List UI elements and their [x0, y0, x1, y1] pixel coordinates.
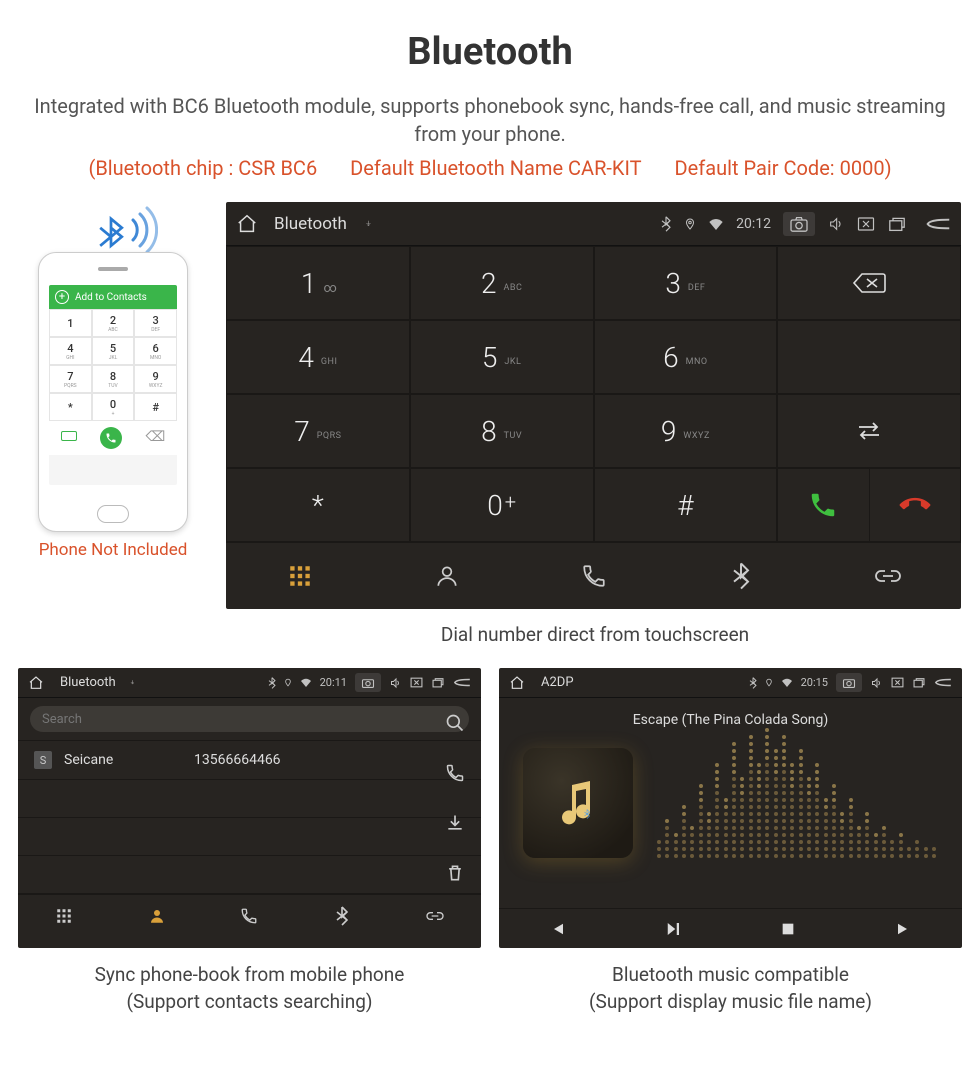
recents-icon[interactable] — [887, 216, 907, 232]
dial-key-2[interactable]: 2ABC — [410, 246, 594, 320]
tab-dialpad[interactable] — [18, 895, 111, 937]
tab-pair[interactable] — [814, 543, 961, 609]
bluetooth-icon — [660, 216, 672, 232]
volume-icon[interactable] — [389, 677, 402, 689]
clock-text: 20:12 — [736, 216, 771, 232]
tab-bluetooth[interactable] — [667, 543, 814, 609]
location-icon — [765, 677, 773, 688]
location-icon — [284, 677, 292, 688]
home-icon[interactable] — [236, 213, 258, 235]
call-controls — [777, 468, 961, 542]
backspace-icon: ⌫ — [145, 429, 165, 449]
usb-icon: ⍖ — [365, 216, 372, 231]
dial-key-4[interactable]: 4GHI — [226, 320, 410, 394]
back-icon[interactable] — [925, 216, 951, 232]
tab-bluetooth[interactable] — [296, 895, 389, 937]
close-app-icon[interactable] — [857, 216, 875, 232]
dial-key-8[interactable]: 8TUV — [410, 394, 594, 468]
download-icon[interactable] — [445, 798, 465, 848]
tab-pair[interactable] — [388, 895, 481, 937]
phone-mockup: + Add to Contacts 12ABC3DEF4GHI5JKL6MNO7… — [38, 252, 188, 532]
app-title: Bluetooth — [60, 675, 116, 690]
dial-key-5[interactable]: 5JKL — [410, 320, 594, 394]
next-track-button[interactable] — [846, 909, 962, 949]
dial-key-3[interactable]: 3DEF — [594, 246, 778, 320]
contact-row — [18, 780, 481, 818]
volume-icon[interactable] — [827, 216, 845, 232]
back-icon[interactable] — [934, 677, 952, 688]
screenshot-icon[interactable] — [355, 673, 381, 692]
dial-key-#[interactable]: # — [594, 468, 778, 542]
dial-key-0[interactable]: 0+ — [410, 468, 594, 542]
usb-icon: ⍖ — [130, 678, 135, 688]
audio-visualizer — [657, 748, 938, 858]
delete-icon[interactable] — [445, 848, 465, 898]
bluetooth-icon — [268, 677, 276, 689]
dial-key-6[interactable]: 6MNO — [594, 320, 778, 394]
a2dp-caption: Bluetooth music compatible(Support displ… — [499, 962, 962, 1015]
tab-contacts[interactable] — [373, 543, 520, 609]
tab-call-log[interactable] — [203, 895, 296, 937]
recents-icon[interactable] — [431, 677, 445, 688]
dial-key-9[interactable]: 9WXYZ — [594, 394, 778, 468]
wifi-icon — [781, 678, 793, 687]
dial-key-*[interactable]: * — [226, 468, 410, 542]
wifi-icon — [708, 218, 724, 230]
home-icon[interactable] — [28, 675, 44, 691]
bluetooth-icon — [749, 677, 757, 689]
volume-icon[interactable] — [870, 677, 883, 689]
close-app-icon[interactable] — [410, 677, 423, 688]
dial-key-7[interactable]: 7PQRS — [226, 394, 410, 468]
contact-row — [18, 856, 481, 894]
phone-disclaimer: Phone Not Included — [18, 540, 208, 560]
location-icon — [684, 216, 696, 232]
close-app-icon[interactable] — [891, 677, 904, 688]
swap-key[interactable] — [777, 394, 961, 468]
headunit-a2dp: A2DP 20:15 Escape (The — [499, 668, 962, 948]
spec-line: (Bluetooth chip : CSR BC6 Default Blueto… — [18, 156, 962, 180]
stop-button[interactable] — [731, 909, 847, 949]
hangup-button[interactable] — [870, 469, 960, 541]
tab-call-log[interactable] — [520, 543, 667, 609]
back-icon[interactable] — [453, 677, 471, 688]
dialer-caption: Dial number direct from touchscreen — [228, 623, 962, 646]
app-title: Bluetooth — [274, 214, 347, 234]
headunit-dialer: Bluetooth ⍖ 20:12 1∞2ABC3DEF 4GHI5JKL6MNO… — [226, 202, 961, 609]
call-button[interactable] — [778, 469, 869, 541]
phone-call-button — [100, 427, 122, 449]
phonebook-caption: Sync phone-book from mobile phone(Suppor… — [18, 962, 481, 1015]
home-icon[interactable] — [509, 675, 525, 691]
search-input[interactable] — [30, 706, 469, 732]
voicemail-icon — [61, 431, 77, 441]
tab-dialpad[interactable] — [226, 543, 373, 609]
dial-key-1[interactable]: 1∞ — [226, 246, 410, 320]
call-icon[interactable] — [445, 748, 465, 798]
headunit-phonebook: Bluetooth ⍖ 20:11 — [18, 668, 481, 948]
screenshot-icon[interactable] — [783, 212, 815, 236]
play-pause-button[interactable] — [615, 909, 731, 949]
description: Integrated with BC6 Bluetooth module, su… — [18, 92, 962, 148]
app-title: A2DP — [541, 675, 574, 690]
tab-contacts[interactable] — [111, 895, 204, 937]
page-title: Bluetooth — [18, 30, 962, 74]
contact-row — [18, 818, 481, 856]
screenshot-icon[interactable] — [836, 673, 862, 692]
wifi-icon — [300, 678, 312, 687]
clock-text: 20:15 — [801, 676, 828, 689]
album-art — [523, 748, 633, 858]
song-title: Escape (The Pina Colada Song) — [633, 712, 829, 728]
prev-track-button[interactable] — [499, 909, 615, 949]
search-icon[interactable] — [445, 698, 465, 748]
contact-row[interactable]: S Seicane 13566664466 — [18, 741, 481, 780]
recents-icon[interactable] — [912, 677, 926, 688]
backspace-key[interactable] — [777, 246, 961, 320]
clock-text: 20:11 — [320, 676, 347, 689]
blank — [777, 320, 961, 394]
